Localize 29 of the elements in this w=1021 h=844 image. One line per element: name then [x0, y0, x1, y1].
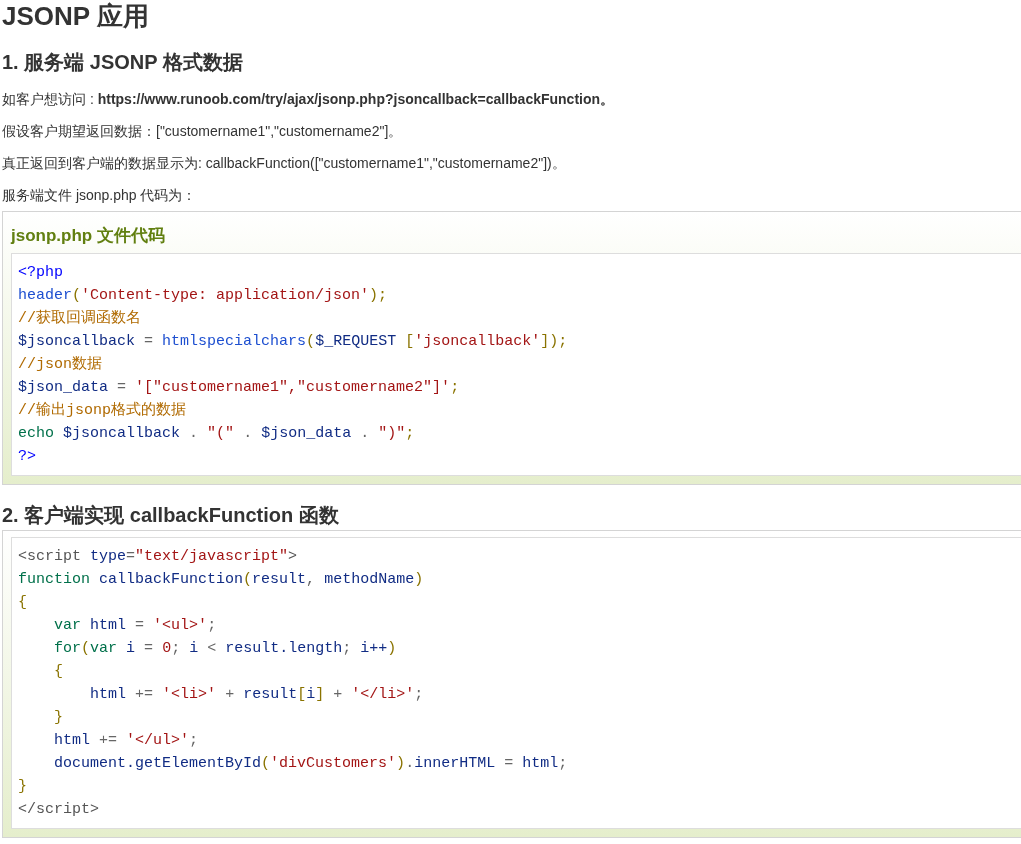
code-line: } [53, 708, 64, 728]
paragraph: 如客户想访问 : https://www.runoob.com/try/ajax/jsonp.php?jsoncallback=callbackFunction。 [2, 90, 616, 109]
code-line: document.getElementById('divCustomers').innerHTML = html; [53, 754, 568, 774]
example-title: jsonp.php 文件代码 [11, 225, 166, 247]
paragraph: 真正返回到客户端的数据显示为: callbackFunction(["customername1","customername2"])。 [2, 154, 567, 173]
code-line: $json_data = '["customername1","customername2"]'; [18, 378, 460, 398]
code-line: echo $jsoncallback . "(" . $json_data . ")"; [18, 424, 415, 444]
code-line: } [18, 777, 27, 797]
section-heading: 2. 客户端实现 callbackFunction 函数 [2, 503, 340, 528]
code-line: { [18, 593, 27, 613]
page-title: JSONP 应用 [2, 0, 150, 32]
code-line: <script type="text/javascript"> [18, 547, 298, 567]
paragraph: 服务端文件 jsonp.php 代码为： [2, 186, 198, 205]
code-line: var html = '<ul>'; [53, 616, 217, 636]
code-line: //输出jsonp格式的数据 [18, 400, 186, 421]
code-line: function callbackFunction(result, methodName) [18, 570, 424, 590]
code-line: //获取回调函数名 [18, 308, 141, 329]
code-line: ?> [18, 447, 36, 467]
code-line: <?php [18, 263, 63, 283]
code-line: html += '</ul>'; [53, 731, 199, 751]
code-line: html += '<li>' + result[i] + '</li>'; [89, 685, 424, 705]
code-line: </script> [18, 800, 100, 820]
code-line: header('Content-type: application/json'); [18, 286, 388, 306]
code-line: for(var i = 0; i < result.length; i++) [53, 639, 397, 659]
code-line: { [53, 662, 64, 682]
code-line: $jsoncallback = htmlspecialchars($_REQUEST ['jsoncallback']); [18, 332, 568, 352]
section-heading: 1. 服务端 JSONP 格式数据 [2, 50, 244, 75]
code-line: //json数据 [18, 355, 102, 375]
paragraph: 假设客户期望返回数据：["customername1","customername2"]。 [2, 122, 404, 141]
